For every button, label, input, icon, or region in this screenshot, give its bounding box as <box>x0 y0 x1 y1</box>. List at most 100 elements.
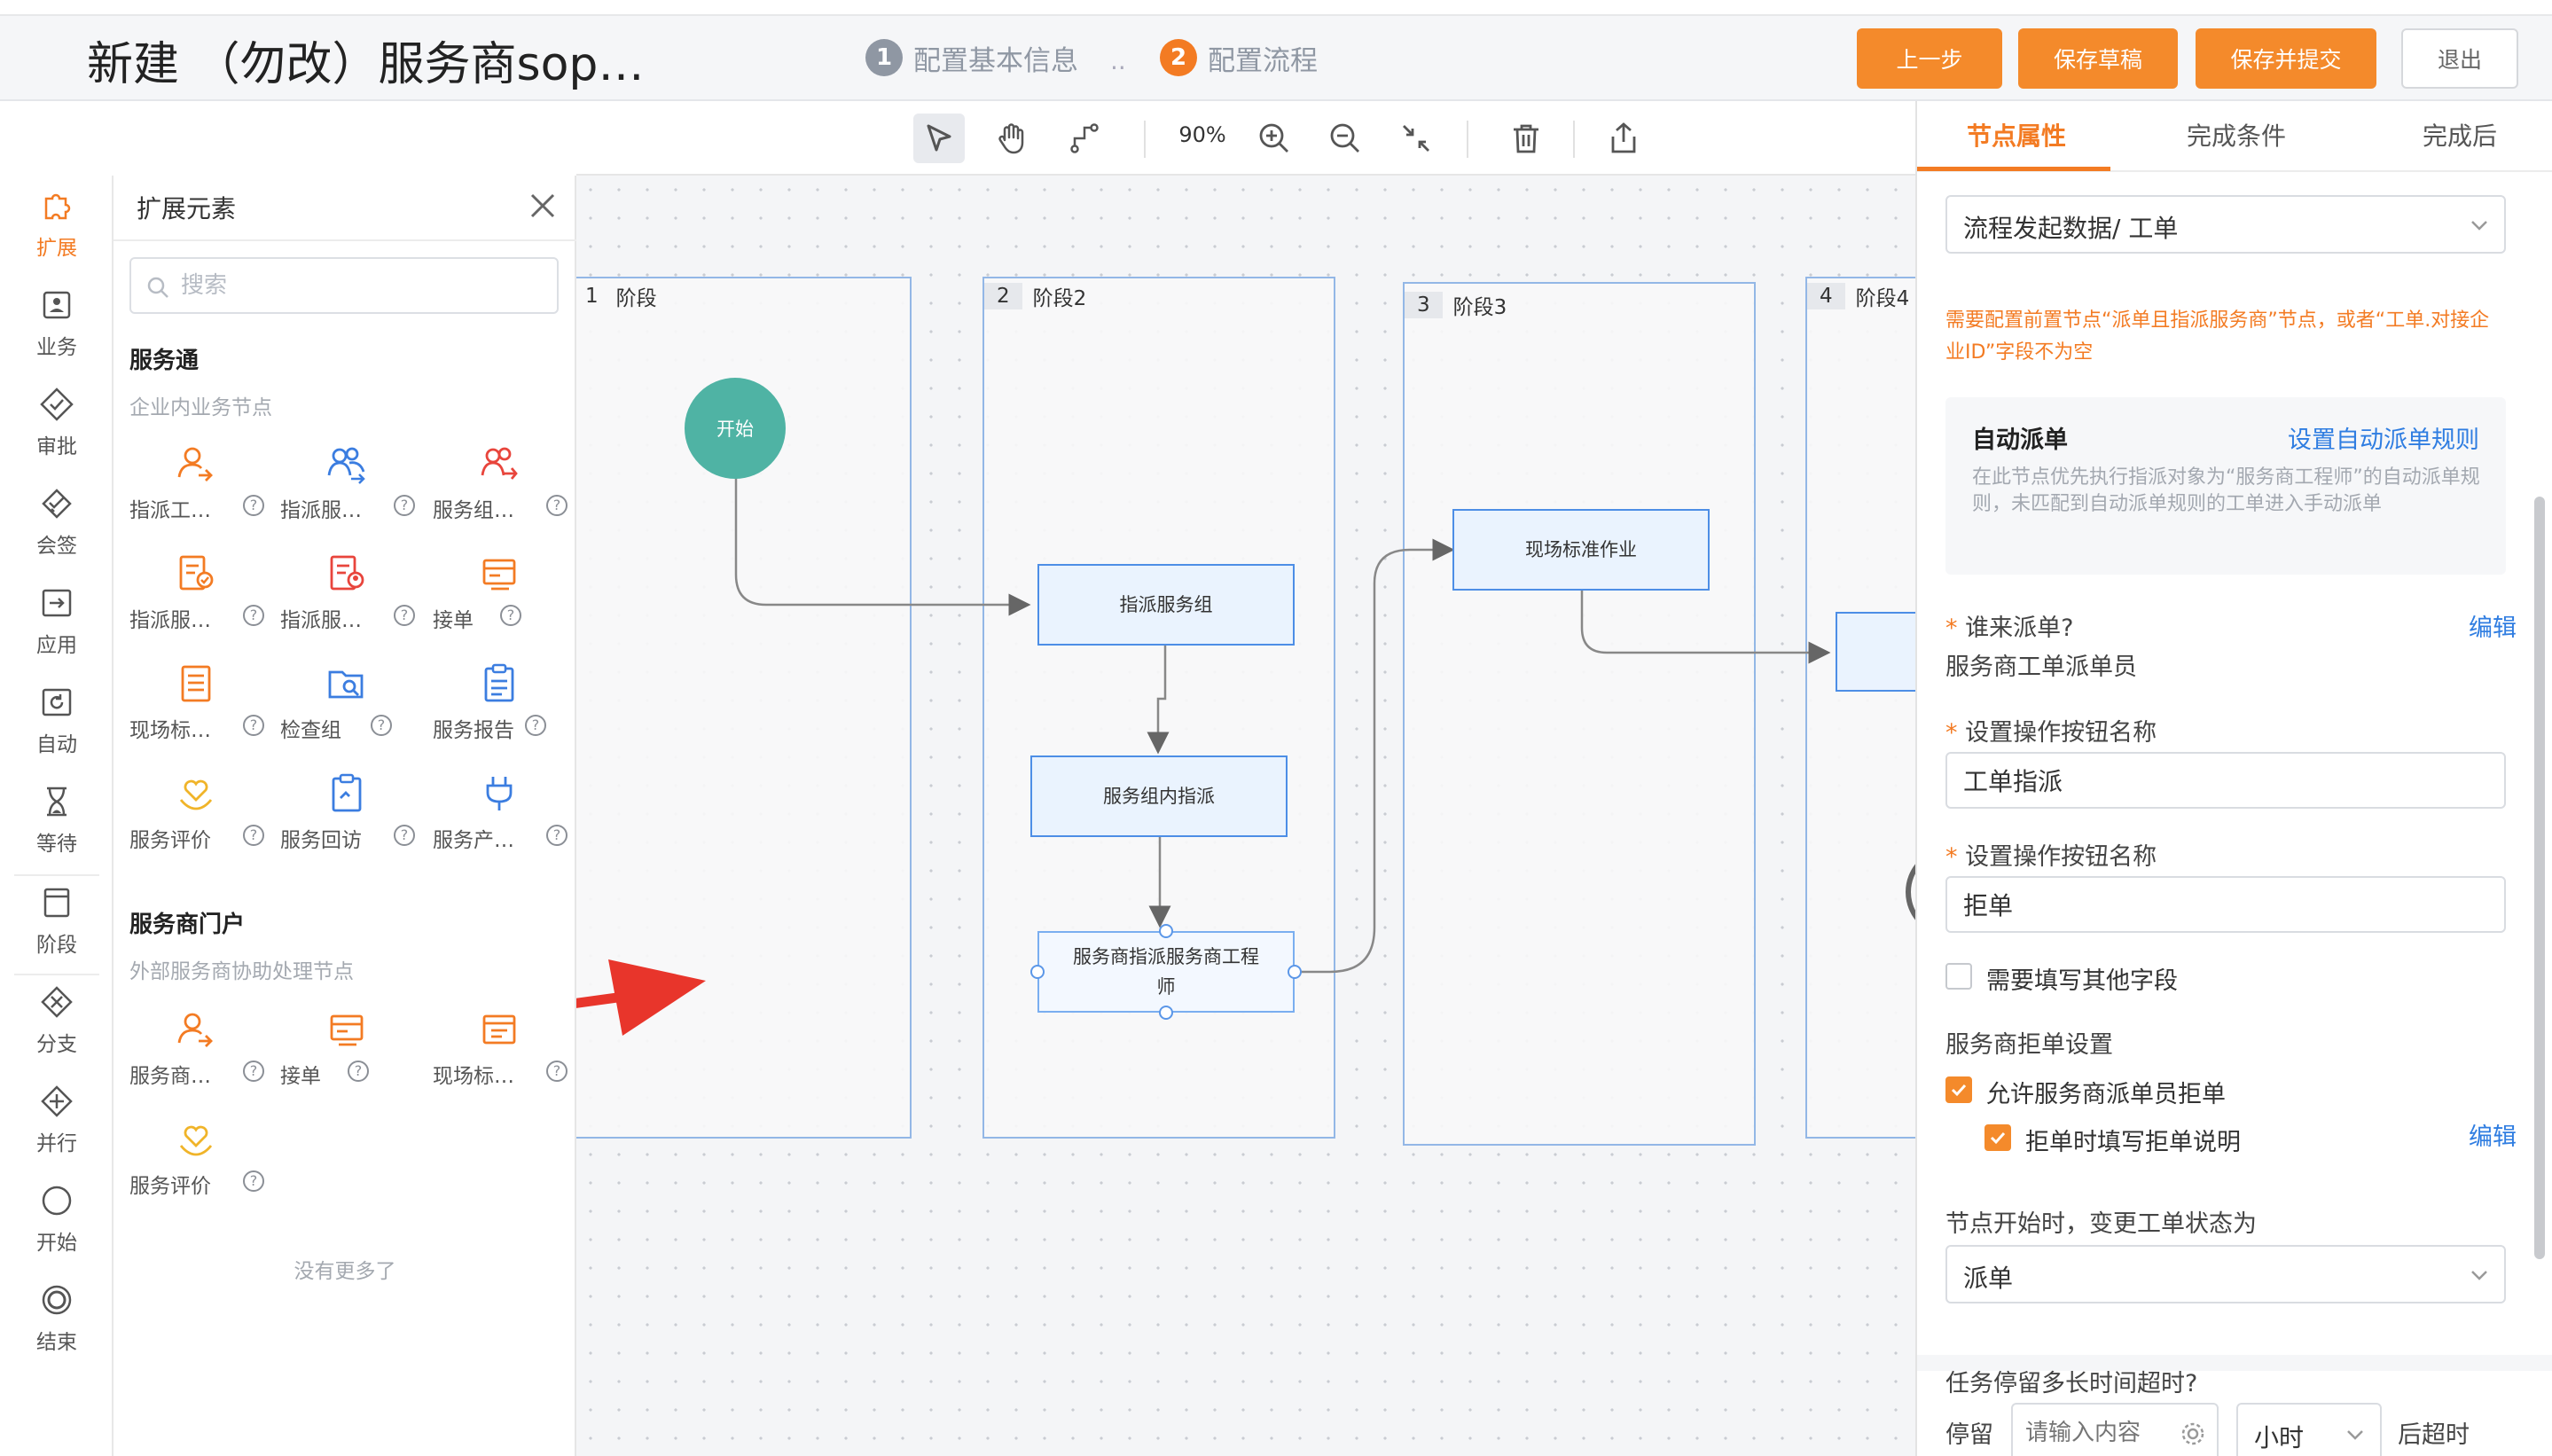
ext-node-sp-evaluation[interactable]: 服务评价 ? <box>121 1114 271 1211</box>
node-label: 指派工… <box>129 499 211 522</box>
timeout-input[interactable] <box>2025 1415 2167 1451</box>
help-icon[interactable]: ? <box>500 605 521 626</box>
data-source-select[interactable]: 流程发起数据/ 工单 <box>1945 195 2506 254</box>
rail-item-auto[interactable]: 自动 <box>0 679 114 768</box>
help-icon[interactable]: ? <box>546 1061 568 1082</box>
connect-handle-top[interactable] <box>1159 924 1173 938</box>
step-number: 1 <box>865 39 903 76</box>
help-icon[interactable]: ? <box>243 825 264 846</box>
save-draft-button[interactable]: 保存草稿 <box>2018 28 2178 89</box>
ext-node-assign-service[interactable]: 指派服… ? <box>271 438 422 536</box>
help-icon[interactable]: ? <box>546 825 568 846</box>
rail-item-app[interactable]: 应用 <box>0 580 114 669</box>
pan-tool[interactable] <box>986 114 1037 163</box>
rail-item-end[interactable]: 结束 <box>0 1277 114 1366</box>
ext-node-assign-service-3[interactable]: 指派服… ? <box>271 548 422 646</box>
save-submit-button[interactable]: 保存并提交 <box>2196 28 2376 89</box>
flow-canvas[interactable]: 1 阶段 2 阶段2 3 阶段3 4 阶段4 开始 指派服务组 服务组内指派 服务商指派… <box>576 176 1915 1456</box>
tab-after-completion[interactable]: 完成后 <box>2423 117 2497 153</box>
after-timeout-label: 后超时 <box>2398 1421 2470 1449</box>
settings-icon[interactable] <box>2180 1421 2206 1447</box>
start-node[interactable]: 开始 <box>685 378 786 479</box>
node-assign-group[interactable]: 指派服务组 <box>1037 564 1295 646</box>
ext-node-inspection[interactable]: 检查组 ? <box>271 658 422 755</box>
export-button[interactable] <box>1598 114 1649 163</box>
help-icon[interactable]: ? <box>243 605 264 626</box>
help-icon[interactable]: ? <box>243 495 264 516</box>
rail-item-approve[interactable]: 审批 <box>0 381 114 470</box>
exit-button[interactable]: 退出 <box>2401 28 2518 89</box>
tab-node-properties[interactable]: 节点属性 <box>1967 117 2066 153</box>
btn-name-input-1[interactable] <box>1963 763 2486 798</box>
btn-name-field-1[interactable] <box>1945 752 2506 809</box>
ext-node-sp-assign[interactable]: 服务商… ? <box>121 1004 271 1101</box>
reject-note-checkbox[interactable] <box>1984 1124 2011 1151</box>
rail-item-countersign[interactable]: 会签 <box>0 481 114 569</box>
ext-node-assign-service-2[interactable]: 指派服… ? <box>121 548 271 646</box>
select-tool[interactable] <box>913 114 965 163</box>
fit-view-button[interactable] <box>1390 114 1442 163</box>
ext-node-evaluation[interactable]: 服务评价 ? <box>121 768 271 865</box>
rail-divider <box>14 874 99 876</box>
node-partial-stage4[interactable] <box>1836 612 1915 692</box>
step-config-flow[interactable]: 2 配置流程 <box>1160 39 1318 77</box>
delete-button[interactable] <box>1500 114 1552 163</box>
ext-node-service-group[interactable]: 服务组… ? <box>424 438 575 536</box>
zoom-in-button[interactable] <box>1249 114 1300 163</box>
timeout-input-box[interactable] <box>2011 1403 2219 1456</box>
help-icon[interactable]: ? <box>243 1170 264 1192</box>
ext-node-sp-onsite[interactable]: 现场标… ? <box>424 1004 575 1101</box>
zoom-out-button[interactable] <box>1319 114 1371 163</box>
ext-node-accept[interactable]: 接单 ? <box>424 548 575 646</box>
panel-scrollbar[interactable] <box>2534 497 2545 1259</box>
rail-item-stage[interactable]: 阶段 <box>0 880 114 968</box>
rail-item-branch[interactable]: 分支 <box>0 979 114 1068</box>
node-sp-assign-engineer[interactable]: 服务商指派服务商工程 师 <box>1037 931 1295 1013</box>
ext-node-onsite[interactable]: 现场标… ? <box>121 658 271 755</box>
folder-search-icon <box>328 670 364 699</box>
node-onsite-standard[interactable]: 现场标准作业 <box>1452 509 1710 591</box>
tab-completion-conditions[interactable]: 完成条件 <box>2187 117 2286 153</box>
edit-reject-note-link[interactable]: 编辑 <box>2469 1117 2517 1152</box>
edit-who-dispatch-link[interactable]: 编辑 <box>2469 608 2517 643</box>
btn-name-field-2[interactable] <box>1945 876 2506 933</box>
rail-item-extension[interactable]: 扩展 <box>0 183 114 271</box>
help-icon[interactable]: ? <box>525 715 546 736</box>
help-icon[interactable]: ? <box>243 1061 264 1082</box>
step-basic-info[interactable]: 1 配置基本信息 <box>865 39 1078 77</box>
search-box[interactable] <box>129 257 559 314</box>
help-icon[interactable]: ? <box>394 605 415 626</box>
connect-handle-right[interactable] <box>1288 965 1302 979</box>
ext-node-report[interactable]: 服务报告 ? <box>424 658 575 755</box>
node-group-assign[interactable]: 服务组内指派 <box>1030 755 1288 837</box>
btn-name-input-2[interactable] <box>1963 887 2486 922</box>
help-icon[interactable]: ? <box>243 715 264 736</box>
help-icon[interactable]: ? <box>394 825 415 846</box>
rail-item-wait[interactable]: 等待 <box>0 779 114 867</box>
connect-handle-bottom[interactable] <box>1159 1006 1173 1020</box>
ext-node-sp-accept[interactable]: 接单 ? <box>271 1004 422 1101</box>
help-icon[interactable]: ? <box>348 1061 369 1082</box>
unit-select[interactable]: 小时 <box>2236 1403 2382 1456</box>
help-icon[interactable]: ? <box>546 495 568 516</box>
close-icon[interactable] <box>523 186 562 225</box>
extra-fields-checkbox[interactable] <box>1945 963 1972 990</box>
status-select[interactable]: 派单 <box>1945 1245 2506 1303</box>
rail-item-parallel[interactable]: 并行 <box>0 1078 114 1167</box>
help-icon[interactable]: ? <box>371 715 392 736</box>
ext-node-revisit[interactable]: 服务回访 ? <box>271 768 422 865</box>
allow-reject-checkbox[interactable] <box>1945 1076 1972 1103</box>
ext-node-product[interactable]: 服务产… ? <box>424 768 575 865</box>
search-input[interactable] <box>181 268 536 303</box>
connect-handle-left[interactable] <box>1030 965 1045 979</box>
rail-item-business[interactable]: 业务 <box>0 282 114 371</box>
auto-dispatch-rule-link[interactable]: 设置自动派单规则 <box>2288 420 2479 455</box>
help-icon[interactable]: ? <box>394 495 415 516</box>
connector-tool[interactable] <box>1059 114 1110 163</box>
ext-node-assign-order[interactable]: 指派工… ? <box>121 438 271 536</box>
clipboard-revisit-icon <box>332 773 362 812</box>
prev-step-button[interactable]: 上一步 <box>1857 28 2002 89</box>
rail-item-start[interactable]: 开始 <box>0 1178 114 1266</box>
connector-icon <box>1070 123 1099 153</box>
app-icon <box>42 589 72 617</box>
